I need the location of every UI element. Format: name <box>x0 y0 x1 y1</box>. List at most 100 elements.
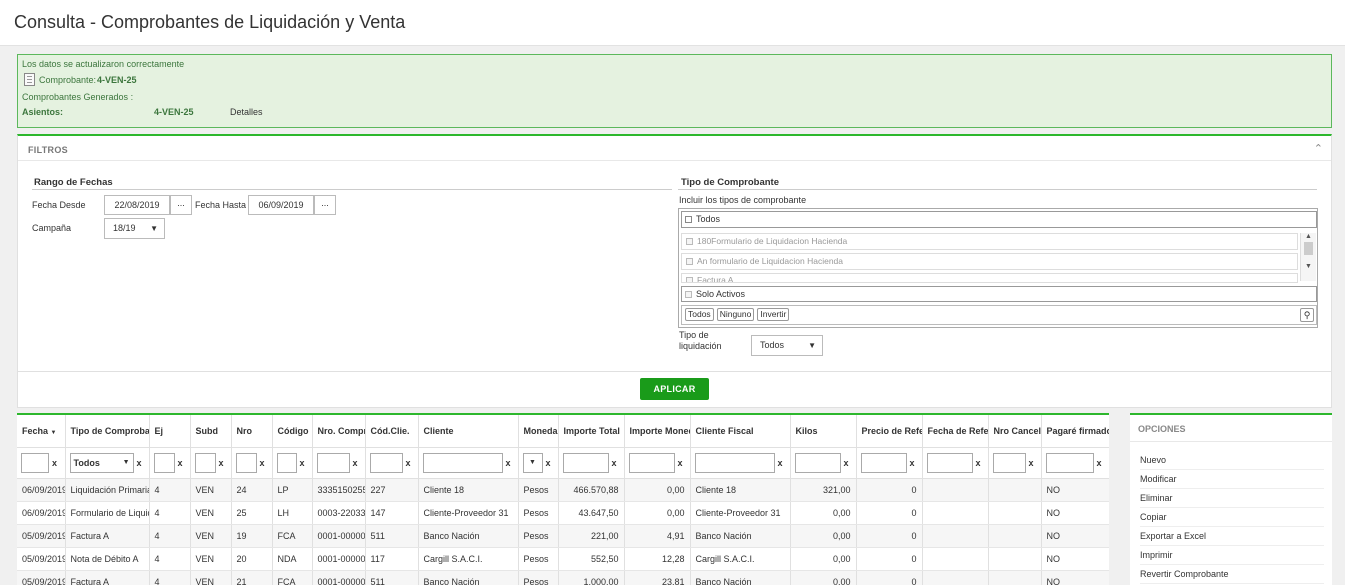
list-scrollbar[interactable]: ▲ ▼ <box>1300 233 1316 281</box>
table-cell: 552,50 <box>558 547 625 571</box>
col-header-nro[interactable]: Nro <box>231 415 273 448</box>
fecha-desde-picker-button[interactable]: ... <box>170 195 192 215</box>
col-header-cliente-fiscal[interactable]: Cliente Fiscal <box>690 415 791 448</box>
filter-input[interactable] <box>794 452 841 473</box>
clear-filter-icon[interactable]: x <box>406 458 411 468</box>
fecha-desde-input[interactable]: 22/08/2019 <box>104 195 170 215</box>
filter-input[interactable] <box>926 452 973 473</box>
col-header-fecha-referencia[interactable]: Fecha de Referencia <box>922 415 989 448</box>
filter-input[interactable] <box>1045 452 1094 473</box>
solo-activos-checkbox[interactable]: Solo Activos <box>681 286 1317 302</box>
clear-filter-icon[interactable]: x <box>178 458 183 468</box>
search-icon[interactable]: ⚲ <box>1300 308 1314 322</box>
col-header-moneda[interactable]: Moneda <box>518 415 559 448</box>
clear-filter-icon[interactable]: x <box>612 458 617 468</box>
table-cell: 466.570,88 <box>558 478 625 502</box>
clear-filter-icon[interactable]: x <box>506 458 511 468</box>
col-header-subd[interactable]: Subd <box>190 415 232 448</box>
col-header-kilos[interactable]: Kilos <box>790 415 857 448</box>
option-copiar[interactable]: Copiar <box>1140 508 1324 527</box>
col-header-precio-referencia[interactable]: Precio de Referencia <box>856 415 923 448</box>
clear-filter-icon[interactable]: x <box>52 458 57 468</box>
col-header-codigo[interactable]: Código <box>272 415 313 448</box>
campana-label: Campaña <box>32 223 72 233</box>
rango-fechas-title: Rango de Fechas <box>34 177 113 188</box>
col-header-cliente[interactable]: Cliente <box>418 415 519 448</box>
table-row[interactable]: 05/09/2019 Factura A 4 VEN 19 FCA 0001-00000 51… <box>17 524 1109 548</box>
filter-input[interactable] <box>992 452 1026 473</box>
col-header-pagare[interactable]: Pagaré firmado <box>1041 415 1109 448</box>
select-all-button[interactable]: Todos <box>685 308 714 321</box>
clear-filter-icon[interactable]: x <box>678 458 683 468</box>
campana-select[interactable]: 18/19 ▼ <box>104 218 165 239</box>
invert-selection-button[interactable]: Invertir <box>757 308 790 321</box>
scroll-down-icon[interactable]: ▼ <box>1301 263 1316 270</box>
option-nuevo[interactable]: Nuevo <box>1140 451 1324 470</box>
clear-filter-icon[interactable]: x <box>137 458 142 468</box>
select-none-button[interactable]: Ninguno <box>716 308 755 321</box>
col-header-nro-comprobante[interactable]: Nro. Comprobante <box>312 415 366 448</box>
col-header-ej[interactable]: Ej <box>149 415 191 448</box>
clear-filter-icon[interactable]: x <box>219 458 224 468</box>
todos-checkbox-row[interactable]: Todos <box>681 211 1317 228</box>
col-header-fecha[interactable]: Fecha ▼ <box>17 415 66 448</box>
success-message: Los datos se actualizaron correctamente … <box>17 54 1332 128</box>
comprobante-link[interactable]: 4-VEN-25 <box>97 75 137 85</box>
scroll-thumb[interactable] <box>1304 242 1313 255</box>
filter-input[interactable] <box>194 452 216 473</box>
filter-input[interactable] <box>153 452 175 473</box>
caret-down-icon: ▼ <box>808 341 816 350</box>
clear-filter-icon[interactable]: x <box>546 458 551 468</box>
moneda-filter-select[interactable]: ▼ <box>522 452 543 473</box>
tipo-item[interactable]: Factura A <box>681 273 1298 283</box>
clear-filter-icon[interactable]: x <box>910 458 915 468</box>
tipo-item[interactable]: 180Formulario de Liquidacion Hacienda <box>681 233 1298 250</box>
filter-input[interactable] <box>21 452 49 473</box>
filter-input[interactable] <box>369 452 403 473</box>
asientos-link[interactable]: 4-VEN-25 <box>154 107 194 117</box>
tipo-liquidacion-select[interactable]: Todos ▼ <box>751 335 823 356</box>
filter-input[interactable] <box>628 452 675 473</box>
scroll-up-icon[interactable]: ▲ <box>1301 233 1316 240</box>
table-cell: VEN <box>190 478 232 502</box>
table-cell: 0 <box>856 547 923 571</box>
clear-filter-icon[interactable]: x <box>260 458 265 468</box>
clear-filter-icon[interactable]: x <box>778 458 783 468</box>
fecha-hasta-input[interactable]: 06/09/2019 <box>248 195 314 215</box>
col-header-nro-cancelacion[interactable]: Nro Cancelación <box>988 415 1042 448</box>
filter-input[interactable] <box>860 452 907 473</box>
detalles-link[interactable]: Detalles <box>230 107 263 117</box>
table-cell: 43.647,50 <box>558 501 625 525</box>
fecha-hasta-picker-button[interactable]: ... <box>314 195 336 215</box>
aplicar-button[interactable]: APLICAR <box>640 378 709 400</box>
comprobante-label: Comprobante: <box>39 75 97 85</box>
option-modificar[interactable]: Modificar <box>1140 470 1324 489</box>
table-row[interactable]: 06/09/2019 Liquidación Primaria 4 VEN 24 LP 33… <box>17 478 1109 502</box>
col-header-tipo[interactable]: Tipo de Comprobante <box>65 415 150 448</box>
col-header-importe-moneda[interactable]: Importe Moneda <box>624 415 691 448</box>
filter-input[interactable] <box>235 452 257 473</box>
filter-input[interactable] <box>316 452 350 473</box>
option-revertir[interactable]: Revertir Comprobante <box>1140 565 1324 584</box>
tipo-filter-select[interactable]: Todos ▼ <box>69 452 134 473</box>
clear-filter-icon[interactable]: x <box>1097 458 1102 468</box>
table-row[interactable]: 06/09/2019Formulario de Liquidación4VEN2… <box>17 501 1109 525</box>
clear-filter-icon[interactable]: x <box>976 458 981 468</box>
clear-filter-icon[interactable]: x <box>844 458 849 468</box>
option-eliminar[interactable]: Eliminar <box>1140 489 1324 508</box>
filter-input[interactable] <box>276 452 297 473</box>
tipo-item[interactable]: An formulario de Liquidacion Hacienda <box>681 253 1298 270</box>
filter-input[interactable] <box>694 452 775 473</box>
clear-filter-icon[interactable]: x <box>353 458 358 468</box>
clear-filter-icon[interactable]: x <box>1029 458 1034 468</box>
filter-input[interactable] <box>562 452 609 473</box>
table-row[interactable]: 05/09/2019 Factura A 4 VEN 21 FCA 0001-00000 51… <box>17 570 1109 585</box>
table-row[interactable]: 05/09/2019 Nota de Débito A 4 VEN 20 NDA 0001-… <box>17 547 1109 571</box>
col-header-cod-cliente[interactable]: Cód.Clie. <box>365 415 419 448</box>
option-imprimir[interactable]: Imprimir <box>1140 546 1324 565</box>
filter-input[interactable] <box>422 452 503 473</box>
col-header-importe-total[interactable]: Importe Total <box>558 415 625 448</box>
option-exportar-excel[interactable]: Exportar a Excel <box>1140 527 1324 546</box>
chevron-up-icon[interactable]: ⌃ <box>1314 142 1323 155</box>
clear-filter-icon[interactable]: x <box>300 458 305 468</box>
